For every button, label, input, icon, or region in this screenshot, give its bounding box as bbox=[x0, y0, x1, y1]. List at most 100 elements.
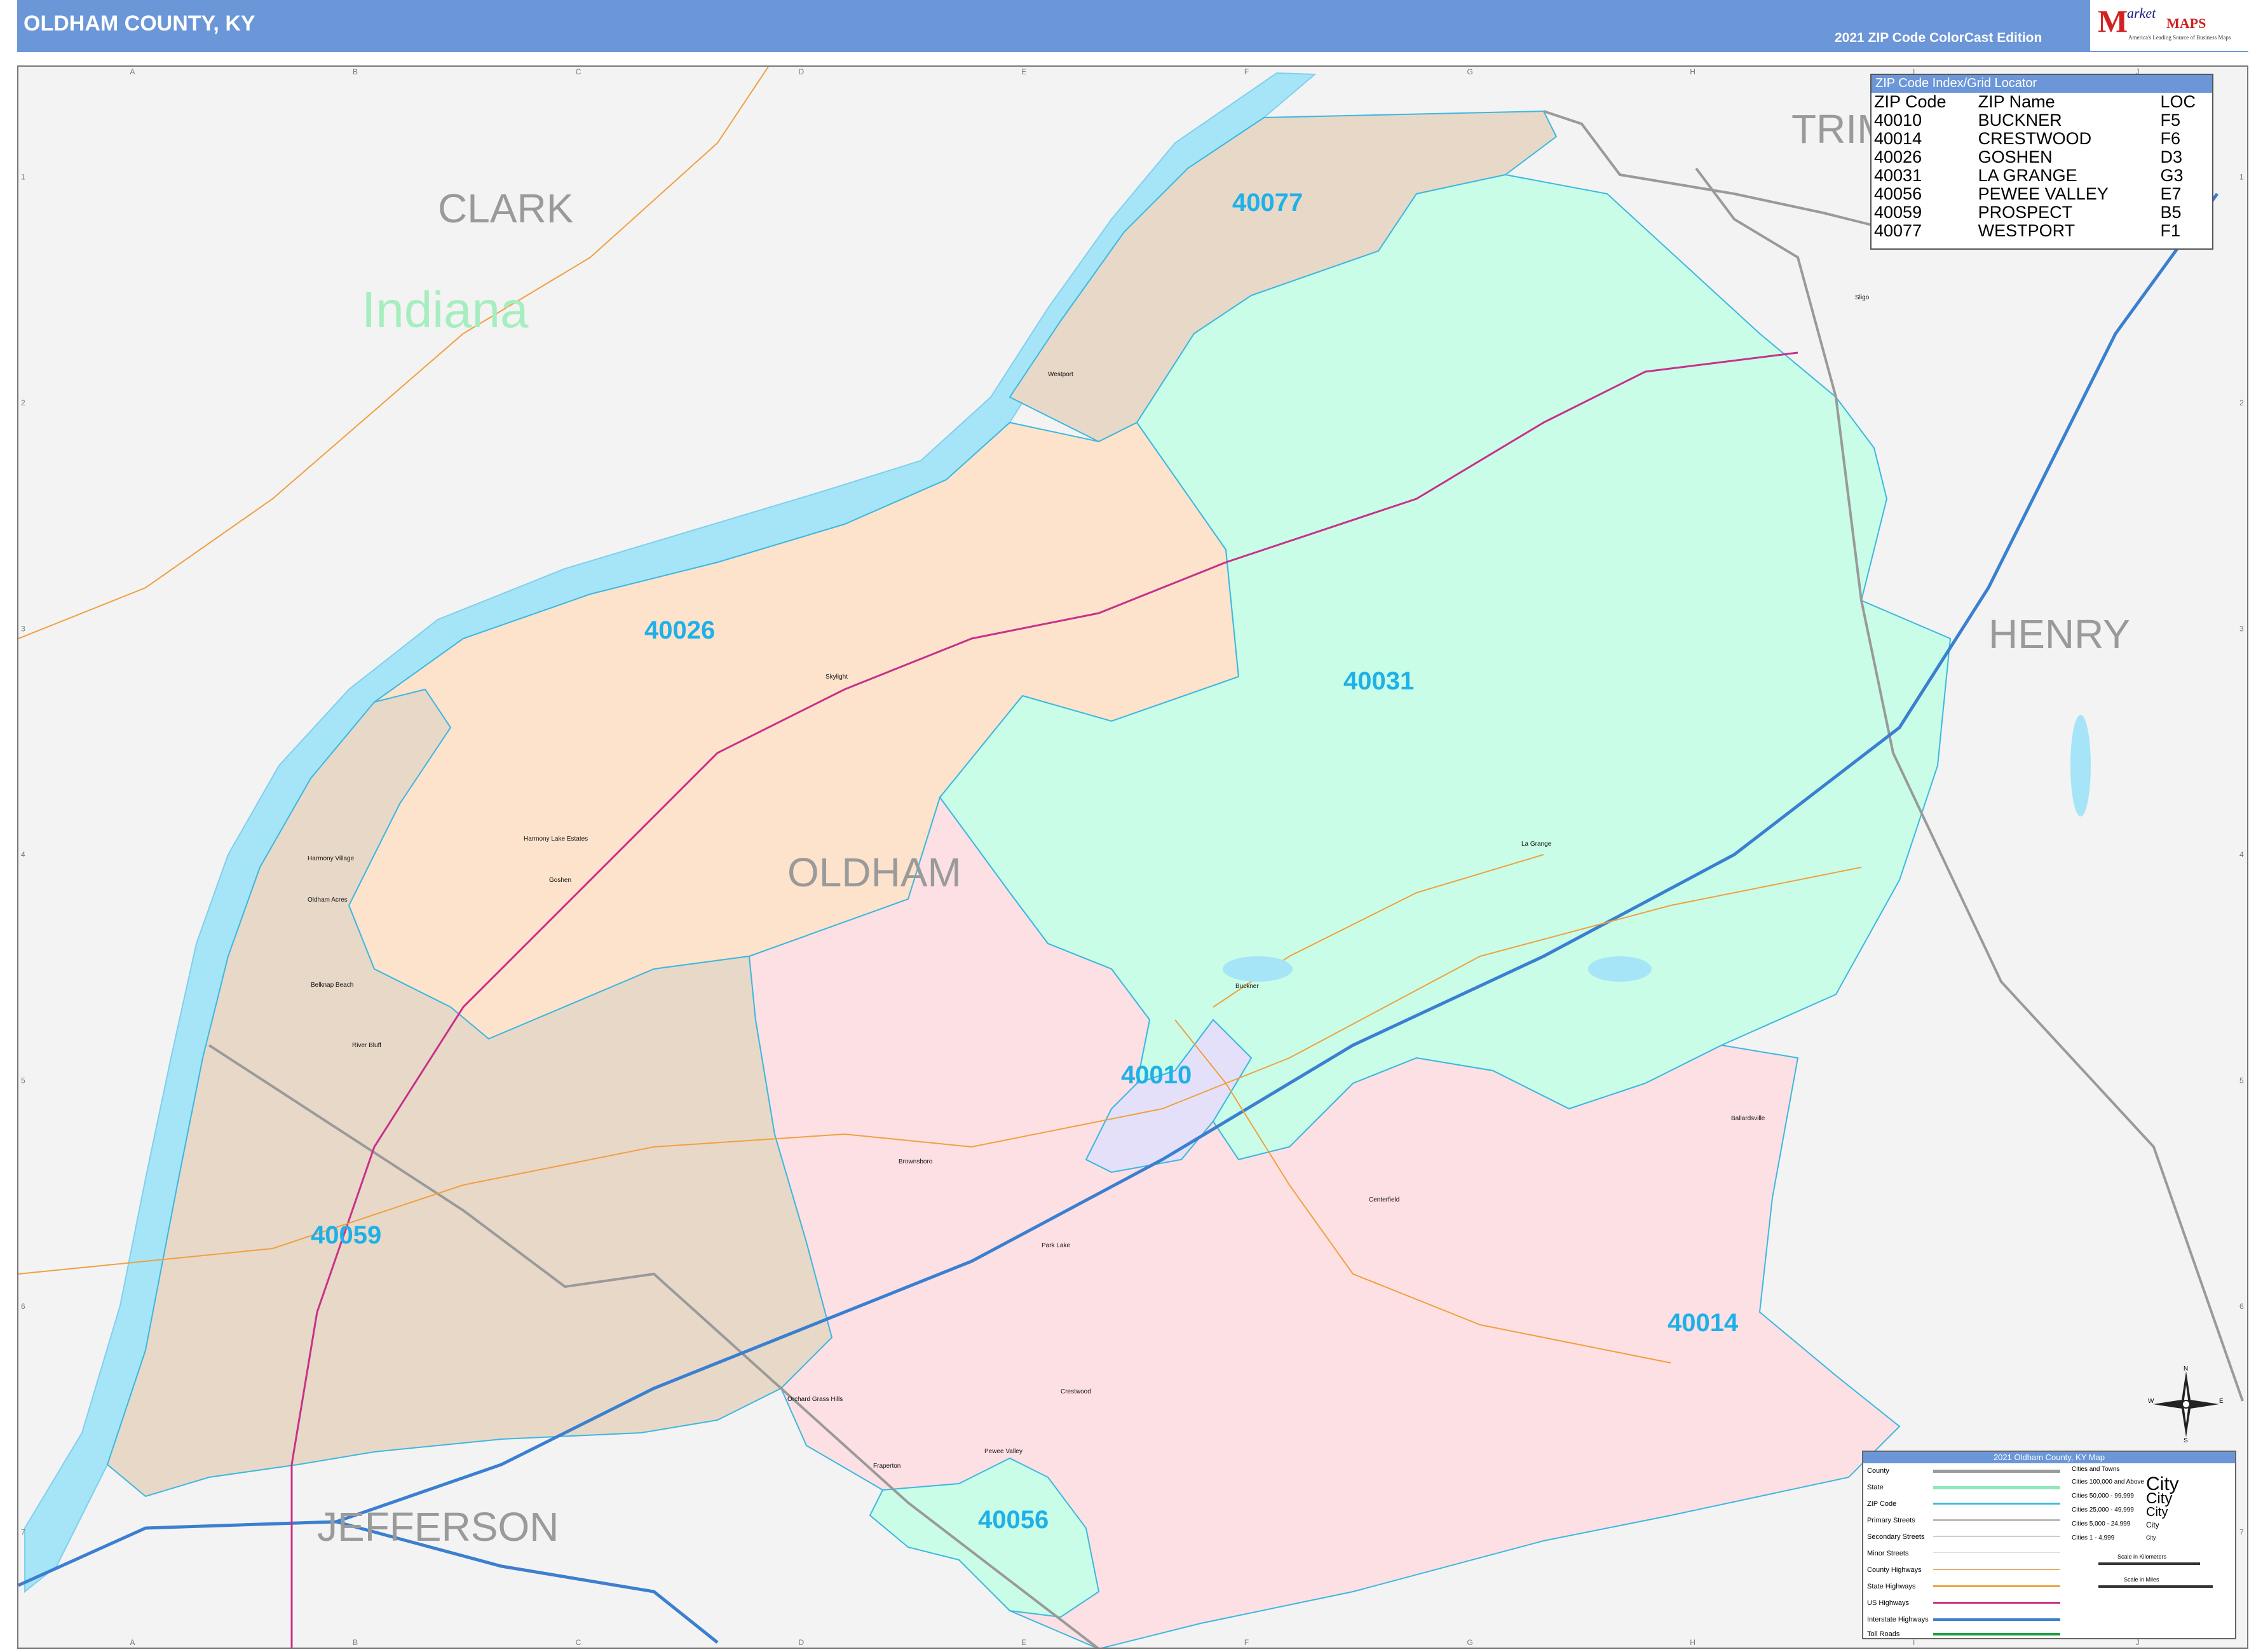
grid-row-label: 2 bbox=[2239, 398, 2244, 407]
place-skylight: Skylight bbox=[826, 674, 848, 680]
compass-w: W bbox=[2148, 1398, 2154, 1405]
place-goshen: Goshen bbox=[549, 877, 571, 884]
grid-col-label: A bbox=[130, 1638, 135, 1647]
table-row: 40077 WESTPORT F1 bbox=[1872, 222, 2212, 240]
legend-city-class: Cities 5,000 - 24,999 bbox=[2072, 1520, 2131, 1527]
loc-cell: F1 bbox=[2160, 221, 2180, 240]
place-oldham-acres: Oldham Acres bbox=[308, 897, 348, 904]
grid-row-label: 4 bbox=[21, 850, 25, 859]
zip-name-cell: CRESTWOOD bbox=[1978, 129, 2092, 148]
compass-rose-icon: N S E W bbox=[2148, 1366, 2224, 1442]
zip-name-cell: PROSPECT bbox=[1978, 203, 2073, 222]
grid-col-label: D bbox=[798, 1638, 804, 1647]
legend-label: County Highways bbox=[1867, 1566, 1922, 1574]
legend-label: Interstate Highways bbox=[1867, 1616, 1929, 1623]
zip-index-header: ZIP Code bbox=[1874, 92, 1947, 111]
grid-col-label: E bbox=[1021, 67, 1026, 76]
legend-us-hwy-line bbox=[1933, 1602, 2060, 1604]
table-row: 40014 CRESTWOOD F6 bbox=[1872, 130, 2212, 148]
zip-name-cell: GOSHEN bbox=[1978, 147, 2053, 166]
compass-n: N bbox=[2184, 1366, 2188, 1372]
grid-col-label: I bbox=[1913, 1638, 1915, 1647]
legend-county-hwy-line bbox=[1933, 1569, 2060, 1570]
legend-cities-header: Cities and Towns bbox=[2072, 1466, 2120, 1473]
county-map[interactable]: ABCDEFGHIJ ABCDEFGHIJ 1234567 1234567 In… bbox=[18, 67, 2247, 1648]
grid-row-label: 4 bbox=[2239, 850, 2244, 859]
grid-col-label: E bbox=[1021, 1638, 1026, 1647]
grid-row-label: 1 bbox=[21, 173, 25, 182]
loc-cell: B5 bbox=[2160, 203, 2182, 222]
legend-label: Secondary Streets bbox=[1867, 1533, 1925, 1541]
zip-label-40059: 40059 bbox=[311, 1221, 381, 1249]
place-la-grange: La Grange bbox=[1521, 841, 1552, 848]
county-label-jefferson: JEFFERSON bbox=[317, 1504, 559, 1550]
place-westport: Westport bbox=[1048, 371, 1073, 378]
legend-city-sample: City bbox=[2146, 1534, 2156, 1541]
grid-col-label: J bbox=[2136, 1638, 2140, 1647]
legend-state-line bbox=[1933, 1486, 2060, 1489]
place-ballardsville: Ballardsville bbox=[1731, 1115, 1765, 1122]
legend-city-sample: City bbox=[2146, 1520, 2159, 1529]
legend-interstate-line bbox=[1933, 1618, 2060, 1621]
zip-name-cell: LA GRANGE bbox=[1978, 166, 2077, 185]
loc-cell: F6 bbox=[2160, 129, 2180, 148]
table-row: 40026 GOSHEN D3 bbox=[1872, 148, 2212, 166]
place-crestwood: Crestwood bbox=[1061, 1388, 1091, 1395]
zip-name-cell: PEWEE VALLEY bbox=[1978, 184, 2109, 203]
grid-col-label: C bbox=[576, 1638, 581, 1647]
legend-city-class: Cities 100,000 and Above bbox=[2072, 1479, 2144, 1486]
edition-label: 2021 ZIP Code ColorCast Edition bbox=[1835, 30, 2042, 45]
grid-row-label: 6 bbox=[21, 1302, 25, 1311]
county-label-clark: CLARK bbox=[438, 186, 573, 231]
county-label-oldham: OLDHAM bbox=[787, 850, 961, 895]
place-belknap-beach: Belknap Beach bbox=[311, 982, 353, 989]
zip-code-index: ZIP Code Index/Grid Locator ZIP Code ZIP… bbox=[1870, 74, 2213, 250]
zip-index-header: LOC bbox=[2160, 92, 2196, 111]
place-harmony-lake: Harmony Lake Estates bbox=[524, 836, 588, 843]
logo-maps: MAPS bbox=[2166, 15, 2206, 31]
lake bbox=[1588, 956, 1652, 982]
legend-city-sample: City bbox=[2146, 1505, 2168, 1519]
loc-cell: G3 bbox=[2160, 166, 2184, 185]
zip-name-cell: BUCKNER bbox=[1978, 111, 2062, 130]
zip-label-40026: 40026 bbox=[644, 616, 715, 644]
grid-col-label: F bbox=[1244, 1638, 1249, 1647]
grid-col-label: B bbox=[353, 1638, 358, 1647]
legend-label: Toll Roads bbox=[1867, 1630, 1900, 1638]
map-frame[interactable]: ABCDEFGHIJ ABCDEFGHIJ 1234567 1234567 In… bbox=[17, 65, 2248, 1649]
place-orchard-grass-hills: Orchard Grass Hills bbox=[787, 1396, 843, 1403]
zip-label-40056: 40056 bbox=[978, 1506, 1049, 1534]
legend-label: US Highways bbox=[1867, 1599, 1910, 1607]
loc-cell: D3 bbox=[2160, 147, 2182, 166]
grid-row-label: 3 bbox=[2239, 625, 2244, 633]
place-sligo: Sligo bbox=[1855, 294, 1870, 301]
compass-e: E bbox=[2219, 1398, 2224, 1405]
zip-label-40031: 40031 bbox=[1343, 667, 1414, 695]
lake bbox=[2070, 715, 2091, 816]
legend-state-hwy-line bbox=[1933, 1585, 2060, 1587]
zip-cell: 40077 bbox=[1874, 221, 1922, 240]
state-label-indiana: Indiana bbox=[362, 281, 529, 338]
legend-county-line bbox=[1933, 1470, 2060, 1473]
grid-row-label: 2 bbox=[21, 398, 25, 407]
grid-row-label: 5 bbox=[21, 1076, 25, 1085]
zip-cell: 40059 bbox=[1874, 203, 1922, 222]
grid-row-label: 6 bbox=[2239, 1302, 2244, 1311]
zip-index-header: ZIP Name bbox=[1978, 92, 2055, 111]
grid-col-label: A bbox=[130, 67, 135, 76]
legend-label: County bbox=[1867, 1467, 1889, 1475]
grid-row-label: 3 bbox=[21, 625, 25, 633]
legend-city-class: Cities 50,000 - 99,999 bbox=[2072, 1493, 2134, 1500]
place-pewee-valley: Pewee Valley bbox=[984, 1448, 1023, 1455]
legend-label: State bbox=[1867, 1484, 1884, 1491]
zip-label-40077: 40077 bbox=[1232, 189, 1303, 217]
table-row: 40010 BUCKNER F5 bbox=[1872, 111, 2212, 130]
zip-label-40014: 40014 bbox=[1668, 1309, 1739, 1337]
zip-cell: 40010 bbox=[1874, 111, 1922, 130]
grid-col-label: H bbox=[1690, 1638, 1695, 1647]
zip-index-title: ZIP Code Index/Grid Locator bbox=[1872, 75, 2212, 93]
grid-col-label: C bbox=[576, 67, 581, 76]
zip-cell: 40031 bbox=[1874, 166, 1922, 185]
legend-label: State Highways bbox=[1867, 1583, 1916, 1590]
loc-cell: F5 bbox=[2160, 111, 2180, 130]
